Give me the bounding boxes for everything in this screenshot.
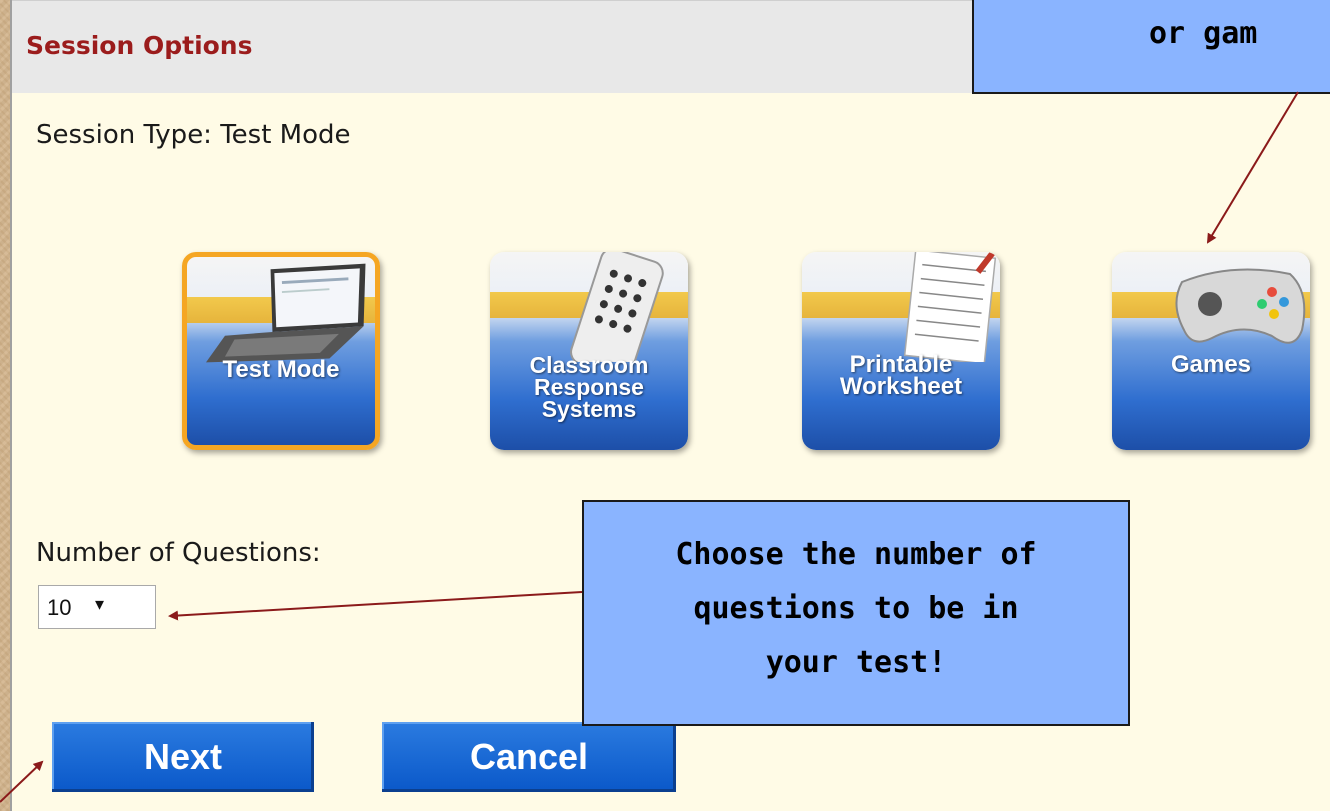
arrow-to-questions-select bbox=[168, 591, 583, 621]
arrow-to-games bbox=[1206, 91, 1299, 244]
annotation-arrows bbox=[0, 91, 1299, 803]
arrow-to-next-button bbox=[0, 760, 44, 803]
